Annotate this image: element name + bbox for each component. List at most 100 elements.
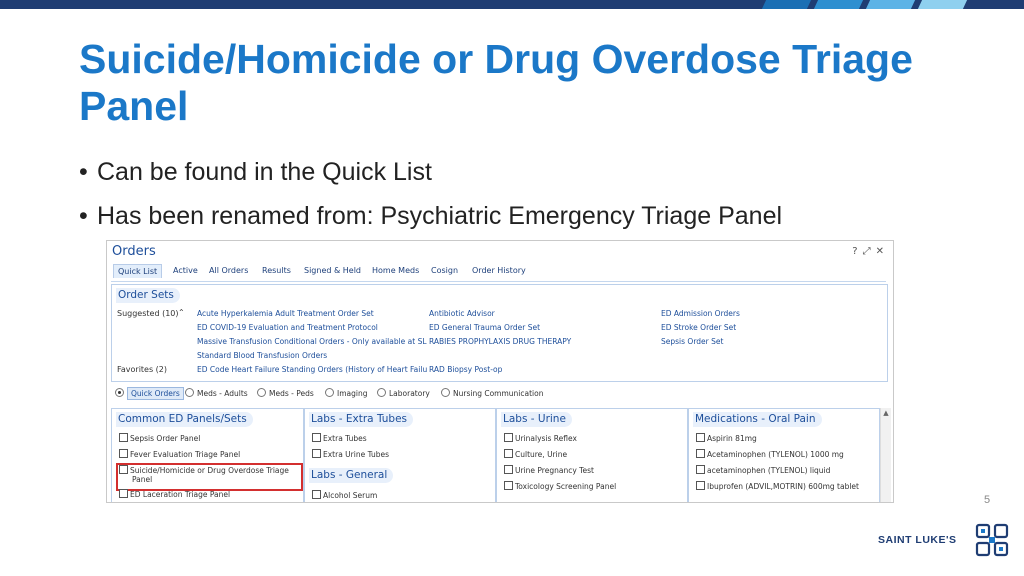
- checkbox-icon: [504, 449, 513, 458]
- radio-imaging[interactable]: Imaging: [325, 388, 367, 398]
- order-set-link[interactable]: RAD Biopsy Post-op: [429, 365, 502, 374]
- checkbox-icon: [119, 433, 128, 442]
- order-set-link[interactable]: ED Admission Orders: [661, 309, 740, 318]
- collapse-icon[interactable]: ⌃: [178, 308, 185, 317]
- checkbox-icon: [312, 433, 321, 442]
- labs-extra-tubes-header: Labs - Extra Tubes: [309, 412, 414, 427]
- checkbox-icon: [504, 465, 513, 474]
- slide-title: Suicide/Homicide or Drug Overdose Triage…: [79, 36, 913, 129]
- tab-active[interactable]: Active: [173, 266, 198, 275]
- radio-circle-icon: [185, 388, 194, 397]
- checkbox-icon: [312, 449, 321, 458]
- bullet-item: • Has been renamed from: Psychiatric Emer…: [79, 200, 782, 244]
- order-checkbox-item[interactable]: Urine Pregnancy Test: [504, 465, 594, 475]
- radio-circle-icon: [441, 388, 450, 397]
- common-ed-panels-column: Common ED Panels/Sets Sepsis Order Panel…: [111, 408, 304, 502]
- order-set-link[interactable]: ED COVID-19 Evaluation and Treatment Pro…: [197, 323, 378, 332]
- order-set-link[interactable]: ED Stroke Order Set: [661, 323, 736, 332]
- order-checkbox-item[interactable]: Acetaminophen (TYLENOL) 1000 mg: [696, 449, 844, 459]
- tab-results[interactable]: Results: [262, 266, 291, 275]
- radio-nursing-communication[interactable]: Nursing Communication: [441, 388, 543, 398]
- order-checkbox-item[interactable]: Toxicology Screening Panel: [504, 481, 616, 491]
- order-set-link[interactable]: ED General Trauma Order Set: [429, 323, 540, 332]
- order-set-link[interactable]: RABIES PROPHYLAXIS DRUG THERAPY: [429, 337, 571, 346]
- tab-quick-list[interactable]: Quick List: [113, 264, 163, 278]
- labs-general-header: Labs - General: [309, 468, 394, 483]
- bullet-item: • Can be found in the Quick List: [79, 156, 782, 200]
- orders-screenshot: Orders ?⤢✕ Quick List Active All Orders …: [106, 240, 894, 503]
- medications-oral-pain-header: Medications - Oral Pain: [693, 412, 822, 427]
- radio-laboratory[interactable]: Laboratory: [377, 388, 430, 398]
- tab-home-meds[interactable]: Home Meds: [372, 266, 419, 275]
- checkbox-icon: [119, 449, 128, 458]
- order-checkbox-item[interactable]: Extra Urine Tubes: [312, 449, 389, 459]
- accent-stripe: [865, 0, 916, 9]
- checkbox-icon: [696, 465, 705, 474]
- order-set-link[interactable]: Massive Transfusion Conditional Orders -…: [197, 337, 427, 346]
- radio-meds-peds[interactable]: Meds - Peds: [257, 388, 314, 398]
- bullet-list: • Can be found in the Quick List • Has bee…: [79, 156, 782, 244]
- suggested-label: Suggested (10): [117, 309, 179, 318]
- order-checkbox-item[interactable]: Fever Evaluation Triage Panel: [119, 449, 240, 459]
- page-number: 5: [984, 494, 991, 506]
- radio-circle-icon: [115, 388, 124, 397]
- order-checkbox-item[interactable]: Aspirin 81mg: [696, 433, 757, 443]
- labs-urine-column: Labs - Urine Urinalysis Reflex Culture, …: [496, 408, 688, 502]
- order-checkbox-item[interactable]: Alcohol Serum: [312, 490, 377, 500]
- order-checkbox-item[interactable]: Sepsis Order Panel: [119, 433, 200, 443]
- accent-stripe: [761, 0, 812, 9]
- tab-cosign[interactable]: Cosign: [431, 266, 458, 275]
- checkbox-icon: [119, 489, 128, 498]
- order-checkbox-item[interactable]: Urinalysis Reflex: [504, 433, 577, 443]
- accent-stripe: [917, 0, 968, 9]
- tab-signed-held[interactable]: Signed & Held: [304, 266, 361, 275]
- order-set-link[interactable]: Antibiotic Advisor: [429, 309, 495, 318]
- labs-urine-header: Labs - Urine: [501, 412, 572, 427]
- order-sets-header: Order Sets: [116, 288, 180, 303]
- checkbox-icon: [696, 481, 705, 490]
- checkbox-icon: [312, 490, 321, 499]
- tab-all-orders[interactable]: All Orders: [209, 266, 248, 275]
- bullet-text: Has been renamed from: Psychiatric Emerg…: [97, 202, 783, 230]
- radio-circle-icon: [257, 388, 266, 397]
- checkbox-icon: [696, 449, 705, 458]
- order-sets-panel: Order Sets Suggested (10) ⌃ Acute Hyperk…: [111, 284, 888, 382]
- bullet-dot: •: [79, 158, 88, 186]
- help-icon[interactable]: ?: [852, 246, 862, 257]
- order-set-link[interactable]: Acute Hyperkalemia Adult Treatment Order…: [197, 309, 374, 318]
- order-checkbox-item[interactable]: ED Laceration Triage Panel: [119, 489, 230, 499]
- order-checkbox-item[interactable]: acetaminophen (TYLENOL) liquid: [696, 465, 830, 475]
- order-set-link[interactable]: Sepsis Order Set: [661, 337, 723, 346]
- orders-title: Orders: [112, 244, 156, 259]
- scroll-up-icon[interactable]: ▲: [881, 409, 891, 417]
- order-filter-radios: Quick Orders Meds - Adults Meds - Peds I…: [111, 385, 886, 402]
- order-set-link[interactable]: ED Code Heart Failure Standing Orders (H…: [197, 365, 427, 374]
- highlight-box: [116, 463, 303, 491]
- radio-quick-orders[interactable]: Quick Orders: [115, 387, 184, 400]
- medications-column: Medications - Oral Pain Aspirin 81mg Ace…: [688, 408, 880, 502]
- window-controls: ?⤢✕: [852, 246, 889, 257]
- favorites-label: Favorites (2): [117, 365, 168, 374]
- checkbox-icon: [504, 433, 513, 442]
- labs-column: Labs - Extra Tubes Extra Tubes Extra Uri…: [304, 408, 496, 502]
- order-checkbox-item[interactable]: Ibuprofen (ADVIL,MOTRIN) 600mg tablet: [696, 481, 859, 491]
- checkbox-icon: [504, 481, 513, 490]
- brand-name: SAINT LUKE'S: [878, 534, 957, 546]
- radio-circle-icon: [377, 388, 386, 397]
- tab-order-history[interactable]: Order History: [472, 266, 526, 275]
- order-checkbox-item[interactable]: Extra Tubes: [312, 433, 367, 443]
- orders-tabs: Quick List Active All Orders Results Sig…: [111, 263, 886, 282]
- radio-meds-adults[interactable]: Meds - Adults: [185, 388, 248, 398]
- order-checkbox-item[interactable]: Culture, Urine: [504, 449, 567, 459]
- bullet-dot: •: [79, 202, 88, 230]
- close-icon[interactable]: ✕: [876, 246, 889, 257]
- common-ed-panels-header: Common ED Panels/Sets: [116, 412, 253, 427]
- checkbox-icon: [696, 433, 705, 442]
- accent-stripe: [813, 0, 864, 9]
- radio-circle-icon: [325, 388, 334, 397]
- bullet-text: Can be found in the Quick List: [97, 158, 432, 186]
- expand-icon[interactable]: ⤢: [863, 246, 876, 257]
- order-set-link[interactable]: Standard Blood Transfusion Orders: [197, 351, 327, 360]
- vertical-scrollbar[interactable]: ▲: [880, 408, 891, 502]
- saint-lukes-logo-icon: [975, 523, 1009, 557]
